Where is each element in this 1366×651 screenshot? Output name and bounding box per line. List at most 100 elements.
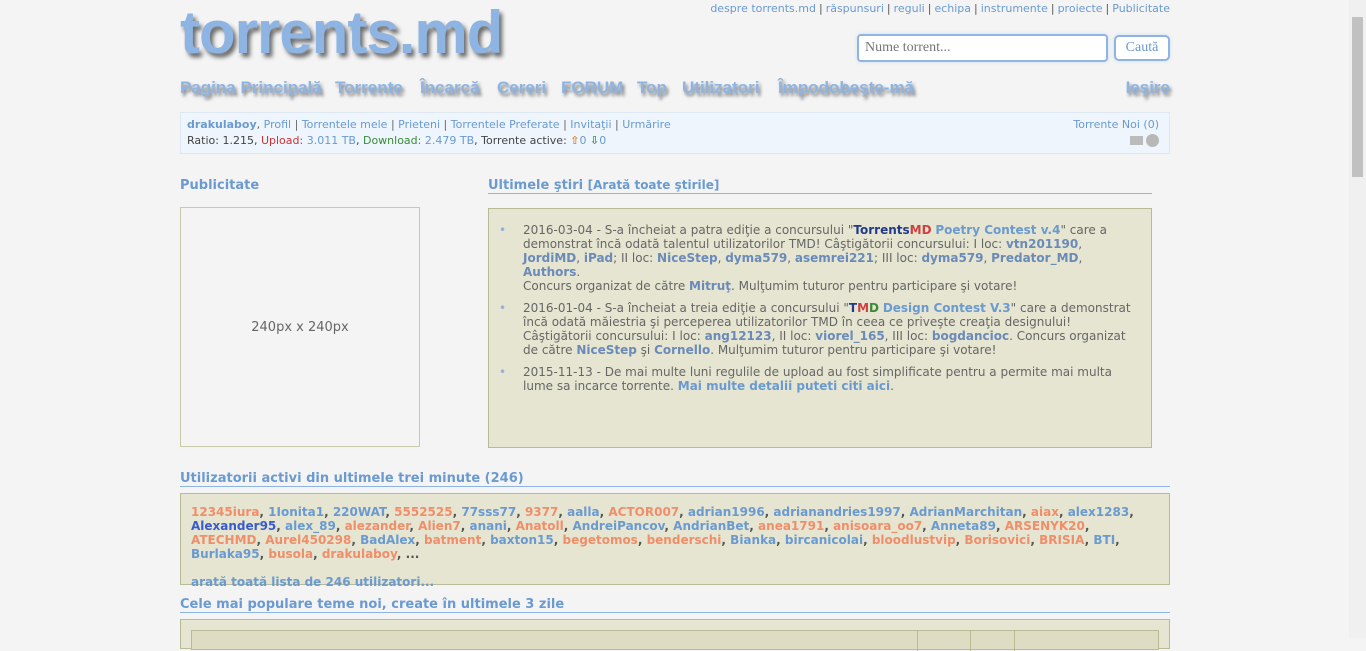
- brand-torrents: Torrents: [853, 223, 910, 237]
- organizer-link[interactable]: NiceStep: [576, 343, 637, 357]
- active-user-link[interactable]: anani: [469, 519, 506, 533]
- active-user-link[interactable]: 12345iura: [191, 505, 259, 519]
- toplink-team[interactable]: echipa: [934, 2, 971, 15]
- scrollbar[interactable]: [1349, 0, 1366, 638]
- winner-link[interactable]: asemrei221: [795, 251, 874, 265]
- active-user-link[interactable]: Bianka: [730, 533, 776, 547]
- news-title-text: Ultimele ştiri: [488, 178, 584, 193]
- active-user-link[interactable]: AdrianMarchitan: [909, 505, 1022, 519]
- active-user-link[interactable]: anisoara_oo7: [833, 519, 922, 533]
- active-user-link[interactable]: Aurel450298: [265, 533, 351, 547]
- news-divider: [488, 193, 1152, 194]
- active-user-link[interactable]: ACTOR007: [608, 505, 679, 519]
- winner-link[interactable]: bogdancioc: [932, 329, 1009, 343]
- active-user-link[interactable]: 9377: [525, 505, 558, 519]
- active-user-link[interactable]: baxton15: [490, 533, 554, 547]
- active-user-link[interactable]: ARSENYK20: [1005, 519, 1085, 533]
- winner-link[interactable]: viorel_165: [815, 329, 884, 343]
- winner-link[interactable]: ang12123: [705, 329, 772, 343]
- active-user-link[interactable]: alex1283: [1068, 505, 1130, 519]
- active-user-link[interactable]: aalla: [567, 505, 600, 519]
- winner-link[interactable]: dyma579: [725, 251, 787, 265]
- active-user-link[interactable]: adrianandries1997: [773, 505, 900, 519]
- winner-link[interactable]: iPad: [584, 251, 613, 265]
- active-user-link[interactable]: 77sss77: [461, 505, 516, 519]
- nav-users[interactable]: Utilizatori: [682, 78, 759, 98]
- organizer-link[interactable]: Mitruţ: [689, 279, 731, 293]
- active-user-link[interactable]: Anatoll: [516, 519, 564, 533]
- winner-link[interactable]: dyma579: [921, 251, 983, 265]
- globe-icon[interactable]: [1146, 134, 1159, 147]
- winner-link[interactable]: NiceStep: [657, 251, 718, 265]
- active-user-link[interactable]: bircanicolai: [785, 533, 863, 547]
- userlink-my-torrents[interactable]: Torrentele mele: [302, 118, 388, 131]
- userlink-friends[interactable]: Prieteni: [398, 118, 440, 131]
- active-user-link[interactable]: alezander: [345, 519, 410, 533]
- active-user-link[interactable]: AndrianBet: [673, 519, 749, 533]
- active-user-link[interactable]: BRISIA: [1039, 533, 1084, 547]
- userlink-invites[interactable]: Invitaţii: [570, 118, 611, 131]
- active-user-link[interactable]: 220WAT: [333, 505, 386, 519]
- news-show-all-link[interactable]: Arată toate ştirile: [593, 178, 714, 192]
- nav-forum[interactable]: FORUM: [561, 78, 623, 98]
- active-user-link[interactable]: anea1791: [758, 519, 824, 533]
- active-user-link[interactable]: 1Ionita1: [268, 505, 324, 519]
- active-user-link[interactable]: Alexander95: [191, 519, 276, 533]
- userlink-profile[interactable]: Profil: [264, 118, 291, 131]
- toplink-answers[interactable]: răspunsuri: [826, 2, 884, 15]
- search-input[interactable]: [857, 34, 1108, 62]
- active-user-link[interactable]: bloodlustvip: [872, 533, 956, 547]
- active-user-link[interactable]: alex_89: [285, 519, 336, 533]
- toplink-rules[interactable]: reguli: [894, 2, 925, 15]
- news-details-link[interactable]: Mai multe detalii puteti citi aici: [678, 379, 890, 393]
- nav-logout[interactable]: Ieşire: [1126, 78, 1170, 98]
- show-all-users-link[interactable]: arată toată lista de 246 utilizatori...: [191, 575, 1159, 589]
- userlink-watch[interactable]: Urmărire: [622, 118, 670, 131]
- active-user-link[interactable]: adrian1996: [688, 505, 765, 519]
- nav-requests[interactable]: Cereri: [497, 78, 546, 98]
- contest-link[interactable]: Poetry Contest v.4: [935, 223, 1060, 237]
- ratio-label: Ratio:: [187, 134, 219, 147]
- username-link[interactable]: drakulaboy: [187, 118, 257, 131]
- organizer-link[interactable]: Cornello: [654, 343, 710, 357]
- arrow-down-icon: ⇩: [590, 134, 600, 147]
- site-logo[interactable]: torrents.md: [180, 0, 503, 67]
- active-user-link[interactable]: BTI: [1093, 533, 1115, 547]
- nav-torrents[interactable]: Torrente: [335, 78, 403, 98]
- winner-link[interactable]: Predator_MD: [991, 251, 1078, 265]
- nav-decorate[interactable]: Împodobeşte-mă: [778, 78, 914, 98]
- active-user-link[interactable]: ATECHMD: [191, 533, 257, 547]
- ad-placeholder[interactable]: 240px x 240px: [180, 207, 420, 447]
- active-user-link[interactable]: Burlaka95: [191, 547, 260, 561]
- active-user-link[interactable]: busola: [268, 547, 313, 561]
- toplink-about[interactable]: despre torrents.md: [710, 2, 816, 15]
- active-user-link[interactable]: Borisovici: [964, 533, 1030, 547]
- active-user-link[interactable]: begetomos: [563, 533, 638, 547]
- nav-home[interactable]: Pagina Principală: [180, 78, 322, 98]
- toplink-ads[interactable]: Publicitate: [1112, 2, 1170, 15]
- nav-upload[interactable]: Încarcă: [420, 78, 480, 98]
- toplink-projects[interactable]: proiecte: [1058, 2, 1103, 15]
- active-user-link[interactable]: BadAlex: [360, 533, 415, 547]
- active-user-link[interactable]: batment: [424, 533, 481, 547]
- active-user-link[interactable]: Anneta89: [931, 519, 996, 533]
- mail-icon[interactable]: [1130, 136, 1143, 145]
- winner-link[interactable]: Authors: [523, 265, 576, 279]
- contest-link[interactable]: Design Contest V.3: [883, 301, 1011, 315]
- active-user-link[interactable]: AndreiPancov: [573, 519, 665, 533]
- winner-link[interactable]: JordiMD: [523, 251, 576, 265]
- toplink-tools[interactable]: instrumente: [981, 2, 1048, 15]
- winner-link[interactable]: vtn201190: [1006, 237, 1078, 251]
- userlink-favorites[interactable]: Torrentele Preferate: [451, 118, 560, 131]
- active-user-link[interactable]: aiax: [1031, 505, 1059, 519]
- scrollbar-thumb[interactable]: [1352, 17, 1363, 177]
- active-user-link[interactable]: benderschi: [647, 533, 722, 547]
- download-label: Download:: [362, 134, 422, 147]
- ads-title: Publicitate: [180, 178, 260, 193]
- search-button[interactable]: Caută: [1114, 35, 1170, 61]
- active-user-link[interactable]: drakulaboy: [322, 547, 397, 561]
- active-user-link[interactable]: Alien7: [418, 519, 461, 533]
- active-user-link[interactable]: 5552525: [394, 505, 452, 519]
- new-torrents-link[interactable]: Torrente Noi: [1073, 118, 1140, 131]
- nav-top[interactable]: Top: [637, 78, 667, 98]
